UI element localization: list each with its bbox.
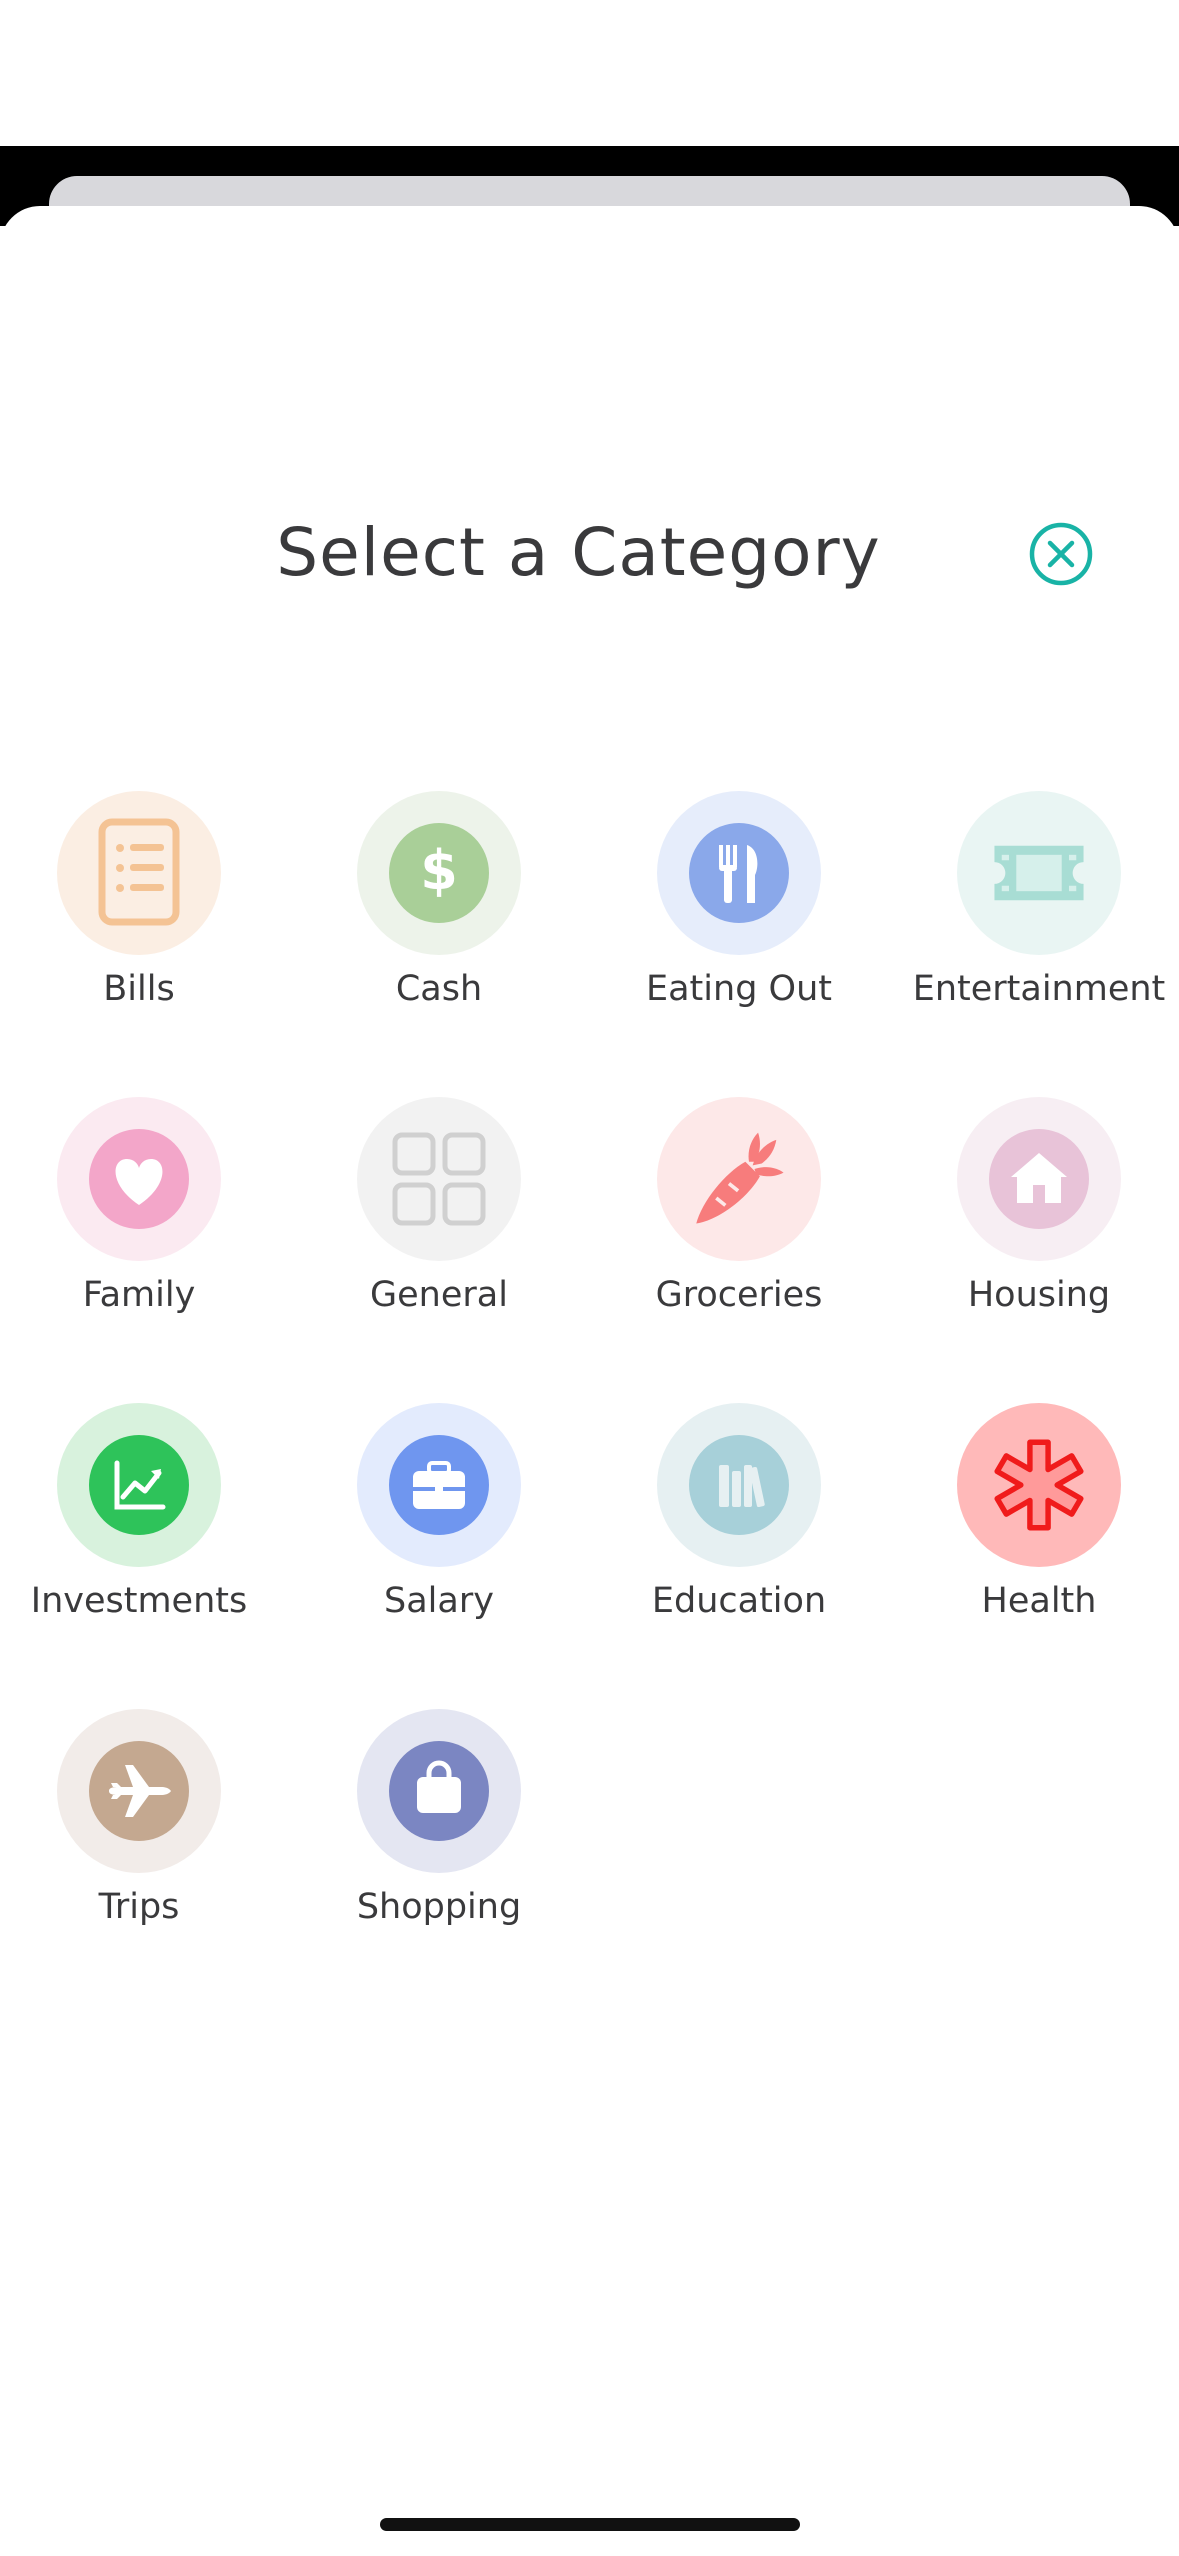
grid-icon xyxy=(389,1129,489,1229)
category-label: Salary xyxy=(384,1581,494,1621)
category-eating-out[interactable]: Eating Out xyxy=(589,791,889,1031)
heart-icon xyxy=(89,1129,189,1229)
category-label: Eating Out xyxy=(646,969,832,1009)
category-entertainment[interactable]: Entertainment xyxy=(889,791,1179,1031)
app-screen: Select a Category Bills $ Cash Eating Ou… xyxy=(0,0,1179,2556)
category-general[interactable]: General xyxy=(289,1097,589,1337)
category-family[interactable]: Family xyxy=(0,1097,289,1337)
bills-document-icon xyxy=(89,818,189,926)
category-label: Trips xyxy=(98,1887,180,1927)
category-label: Education xyxy=(651,1581,827,1621)
category-label: General xyxy=(370,1275,508,1315)
category-label: Groceries xyxy=(655,1275,823,1315)
books-icon xyxy=(689,1435,789,1535)
category-salary[interactable]: Salary xyxy=(289,1403,589,1643)
category-groceries[interactable]: Groceries xyxy=(589,1097,889,1337)
category-label: Family xyxy=(82,1275,196,1315)
category-investments[interactable]: Investments xyxy=(0,1403,289,1643)
fork-knife-icon xyxy=(689,823,789,923)
category-bills[interactable]: Bills xyxy=(0,791,289,1031)
category-label: Cash xyxy=(395,969,483,1009)
category-health[interactable]: Health xyxy=(889,1403,1179,1643)
category-label: Health xyxy=(981,1581,1097,1621)
dollar-icon: $ xyxy=(389,823,489,923)
category-housing[interactable]: Housing xyxy=(889,1097,1179,1337)
medical-asterisk-icon xyxy=(989,1435,1089,1535)
shopping-bag-icon xyxy=(389,1741,489,1841)
category-label: Entertainment xyxy=(912,969,1166,1009)
briefcase-icon xyxy=(389,1435,489,1535)
category-education[interactable]: Education xyxy=(589,1403,889,1643)
category-trips[interactable]: Trips xyxy=(0,1709,289,1949)
category-label: Bills xyxy=(103,969,175,1009)
airplane-icon xyxy=(89,1741,189,1841)
category-label: Housing xyxy=(967,1275,1111,1315)
home-indicator[interactable] xyxy=(380,2518,800,2531)
carrot-icon xyxy=(689,1129,789,1229)
category-label: Investments xyxy=(30,1581,248,1621)
category-shopping[interactable]: Shopping xyxy=(289,1709,589,1949)
house-icon xyxy=(989,1129,1089,1229)
category-label: Shopping xyxy=(356,1887,522,1927)
category-grid: Bills $ Cash Eating Out Entertainment Fa… xyxy=(0,0,1179,2556)
chart-up-icon xyxy=(89,1435,189,1535)
svg-text:$: $ xyxy=(420,839,458,902)
ticket-film-icon xyxy=(989,823,1089,923)
category-cash[interactable]: $ Cash xyxy=(289,791,589,1031)
